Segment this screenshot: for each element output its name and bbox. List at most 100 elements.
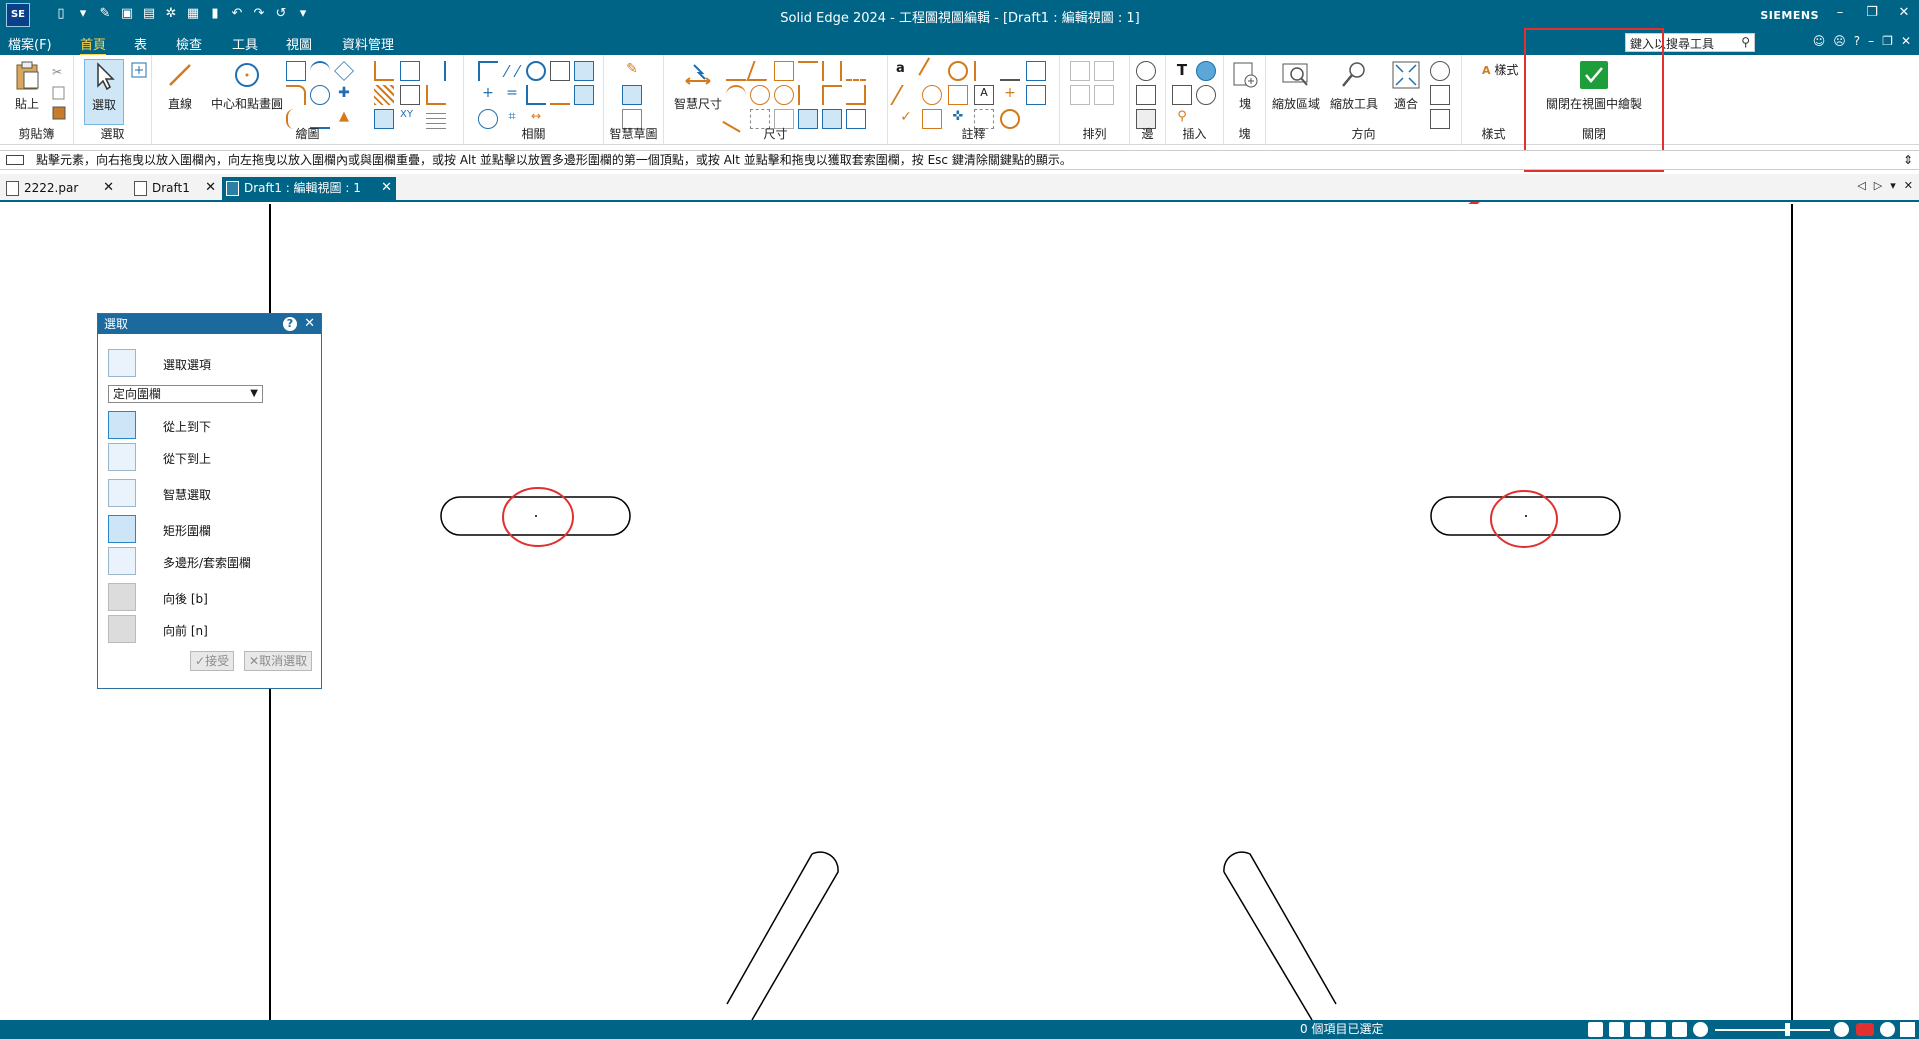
rect-fence-row[interactable]: 矩形圍欄	[108, 515, 308, 543]
ordinate-dim-icon[interactable]	[846, 85, 866, 105]
zoom-slider[interactable]	[1715, 1029, 1830, 1031]
tab-table[interactable]: 表	[134, 34, 147, 53]
zoom-slider-handle[interactable]	[1785, 1023, 1790, 1036]
chamfer-dim-icon[interactable]	[798, 61, 818, 81]
open-file-icon[interactable]: ▾	[74, 5, 92, 23]
move-icon[interactable]: ✚	[334, 85, 354, 105]
fill-icon[interactable]	[374, 85, 394, 105]
radial-icon[interactable]	[750, 85, 770, 105]
ellipse-icon[interactable]	[310, 85, 330, 105]
baseline-dim-icon[interactable]	[822, 85, 842, 105]
keyboard-icon[interactable]	[6, 155, 24, 165]
show-edges-icon[interactable]	[1136, 61, 1156, 81]
bring-front-icon[interactable]	[1070, 61, 1090, 81]
smiley-icon[interactable]: ☺	[1813, 34, 1826, 48]
zoom-area-status-icon[interactable]	[1588, 1022, 1603, 1037]
polygon-fence-row[interactable]: 多邊形/套索圍欄	[108, 547, 308, 575]
app-logo[interactable]: SE	[6, 3, 30, 27]
top-down-row[interactable]: 從上到下	[108, 411, 308, 439]
fillet-icon[interactable]	[286, 85, 306, 105]
cut-copy-icons[interactable]: ✂	[50, 63, 68, 123]
tab-tools[interactable]: 工具	[232, 34, 258, 53]
text-box-icon[interactable]: A	[974, 85, 994, 105]
close-panel-icon[interactable]: ✕	[304, 314, 315, 334]
connect-icon[interactable]	[478, 61, 498, 81]
corner-icon[interactable]	[426, 85, 446, 105]
perpendicular-icon[interactable]	[526, 85, 546, 105]
save-icon[interactable]: ▣	[118, 5, 136, 23]
chain-dim-icon[interactable]	[846, 61, 866, 81]
block-button[interactable]: 塊	[1228, 59, 1262, 112]
zoom-status-icon[interactable]	[1609, 1022, 1624, 1037]
zoom-out-icon[interactable]	[1693, 1022, 1708, 1037]
close-tab-icon[interactable]: ✕	[205, 177, 216, 199]
balloon-icon[interactable]	[948, 61, 968, 81]
circle-center-button[interactable]: 中心和點畫圓	[202, 59, 292, 112]
rect-fence-icon[interactable]	[108, 515, 136, 543]
centerline-icon[interactable]	[1026, 85, 1046, 105]
relation-handle-icon[interactable]	[574, 85, 594, 105]
new-file-icon[interactable]: ▯	[52, 5, 70, 23]
symmetric-dim-icon[interactable]	[822, 61, 842, 81]
tab-view[interactable]: 視圖	[286, 34, 312, 53]
surface-icon[interactable]	[890, 85, 922, 105]
doc-tab-draft1-edit-view[interactable]: Draft1 : 編輯視圖 : 1 ✕	[222, 177, 396, 201]
concentric-icon[interactable]	[526, 61, 546, 81]
offset-icon[interactable]	[374, 61, 394, 81]
angle-icon[interactable]	[746, 61, 774, 81]
help-icon[interactable]: ?	[283, 317, 297, 331]
frown-icon[interactable]: ☹	[1833, 34, 1846, 48]
prompt-scroll-icon[interactable]: ⇕	[1903, 151, 1913, 169]
fence-mode-dropdown[interactable]: 定向圍欄 ▼	[108, 385, 263, 403]
weld-icon[interactable]	[1000, 61, 1020, 81]
rect-icon[interactable]	[286, 61, 306, 81]
youtube-icon[interactable]	[1856, 1023, 1874, 1036]
restore-icon[interactable]: ❐	[1863, 5, 1881, 20]
pan-status-icon[interactable]	[1672, 1022, 1687, 1037]
cancel-selection-button[interactable]: ✕取消選取	[244, 651, 313, 671]
zoom-icon[interactable]	[1430, 61, 1450, 81]
insert-image-icon[interactable]	[1172, 85, 1192, 105]
distance-icon[interactable]	[726, 61, 746, 81]
insert-object-icon[interactable]	[1196, 61, 1216, 81]
datum-icon[interactable]	[1026, 61, 1046, 81]
settings-icon[interactable]: ✲	[162, 5, 180, 23]
undo-icon[interactable]: ↶	[228, 5, 246, 23]
minimize-icon[interactable]: –	[1831, 5, 1849, 20]
close-tab-icon[interactable]: ✕	[103, 177, 114, 199]
help-icon[interactable]: ?	[1854, 34, 1860, 48]
insert-text-icon[interactable]: T	[1172, 61, 1192, 81]
fit-button[interactable]: 適合	[1384, 59, 1428, 112]
zoom-in-icon[interactable]	[1834, 1022, 1849, 1037]
back-arrow-icon[interactable]	[108, 583, 136, 611]
print-icon[interactable]: ▦	[184, 5, 202, 23]
bottom-up-row[interactable]: 從下到上	[108, 443, 308, 471]
maintain-icon[interactable]	[574, 61, 594, 81]
line-button[interactable]: 直線	[160, 59, 200, 112]
zoom-tool-status-icon[interactable]	[1630, 1022, 1645, 1037]
tab-next-icon[interactable]: ▷	[1874, 179, 1882, 192]
fcf-icon[interactable]	[948, 85, 968, 105]
pin-icon[interactable]: ✎	[96, 5, 114, 23]
polygon-icon[interactable]	[334, 61, 354, 81]
coordinate-icon[interactable]	[774, 61, 794, 81]
forward-row[interactable]: 向前 [n]	[108, 615, 308, 643]
doc-close-icon[interactable]: ✕	[1901, 34, 1911, 48]
checkin-icon[interactable]: ▮	[206, 5, 224, 23]
zoom-area-button[interactable]: 縮放區域	[1266, 59, 1326, 112]
ungroup-icon[interactable]	[1094, 85, 1114, 105]
parallel-icon[interactable]	[502, 65, 522, 77]
close-window-icon[interactable]: ✕	[1895, 5, 1913, 20]
polygon-fence-icon[interactable]	[108, 547, 136, 575]
tab-file[interactable]: 檔案(F)	[8, 34, 52, 53]
horizontal-vertical-icon[interactable]: +	[478, 85, 498, 105]
equal-icon[interactable]: =	[502, 85, 522, 105]
search-icon[interactable]: ⚲	[1741, 35, 1750, 49]
select-button[interactable]: 選取	[84, 59, 124, 125]
arc-icon[interactable]	[310, 61, 330, 81]
pan-icon[interactable]	[1430, 85, 1450, 105]
select-options-row[interactable]: 選取選項	[108, 349, 308, 377]
split-icon[interactable]	[426, 61, 446, 81]
stacked-dim-icon[interactable]	[798, 85, 818, 105]
back-row[interactable]: 向後 [b]	[108, 583, 308, 611]
